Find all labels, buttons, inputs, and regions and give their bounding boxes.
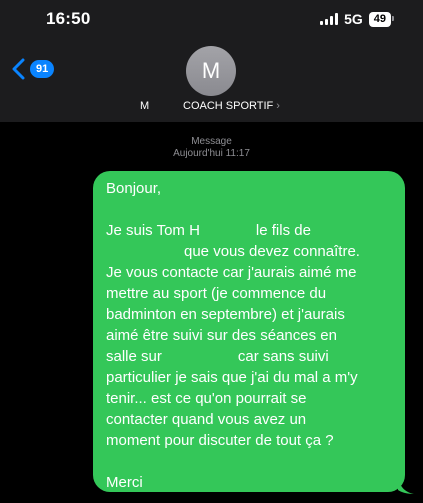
- back-chevron-icon: [12, 58, 25, 80]
- contact-avatar[interactable]: M: [186, 46, 236, 96]
- message-line: badminton en septembre) et j'aurais: [106, 306, 345, 323]
- message-timestamp: Aujourd'hui 11:17: [173, 148, 250, 159]
- contact-name-button[interactable]: COACH SPORTIF ›: [183, 100, 280, 112]
- status-time: 16:50: [46, 9, 91, 28]
- message-line: Je vous contacte car j'aurais aimé me: [106, 264, 357, 281]
- service-label: Message: [191, 136, 232, 147]
- signal-icon: [320, 13, 339, 25]
- message-bubble[interactable]: Bonjour, Je suis Tom Hle fils de que vou…: [93, 171, 405, 492]
- avatar-initial: M: [201, 58, 221, 83]
- message-line: Merci: [106, 474, 143, 491]
- message-line: moment pour discuter de tout ça ?: [106, 432, 334, 449]
- message-line: salle sur car sans suivi: [106, 348, 329, 365]
- message-line: tenir... est ce qu'on pourrait se: [106, 390, 307, 407]
- network-type: 5G: [344, 11, 363, 27]
- unread-count-badge: 91: [30, 60, 55, 78]
- thread-meta: Message Aujourd'hui 11:17: [0, 136, 423, 160]
- conversation-header: 16:50 5G 49 91 M M COACH SPORTIF ›: [0, 0, 423, 122]
- message-line: mettre au sport (je commence du: [106, 285, 327, 302]
- back-button[interactable]: 91: [10, 58, 55, 80]
- message-line: particulier je sais que j'ai du mal a m'…: [106, 369, 358, 386]
- contact-initial-label: M: [140, 100, 150, 112]
- battery-icon: 49: [368, 11, 395, 27]
- status-indicators: 5G 49: [320, 11, 395, 27]
- message-line: aimé être suivi sur des séances en: [106, 327, 337, 344]
- message-line: Bonjour,: [106, 180, 162, 197]
- message-line: que vous devez connaître.: [184, 243, 360, 260]
- message-line: Je suis Tom Hle fils de: [106, 222, 311, 239]
- contact-name: COACH SPORTIF: [183, 100, 274, 112]
- message-line: contacter quand vous avez un: [106, 411, 307, 428]
- bubble-tail-icon: [398, 478, 414, 494]
- chevron-right-icon: ›: [276, 100, 280, 112]
